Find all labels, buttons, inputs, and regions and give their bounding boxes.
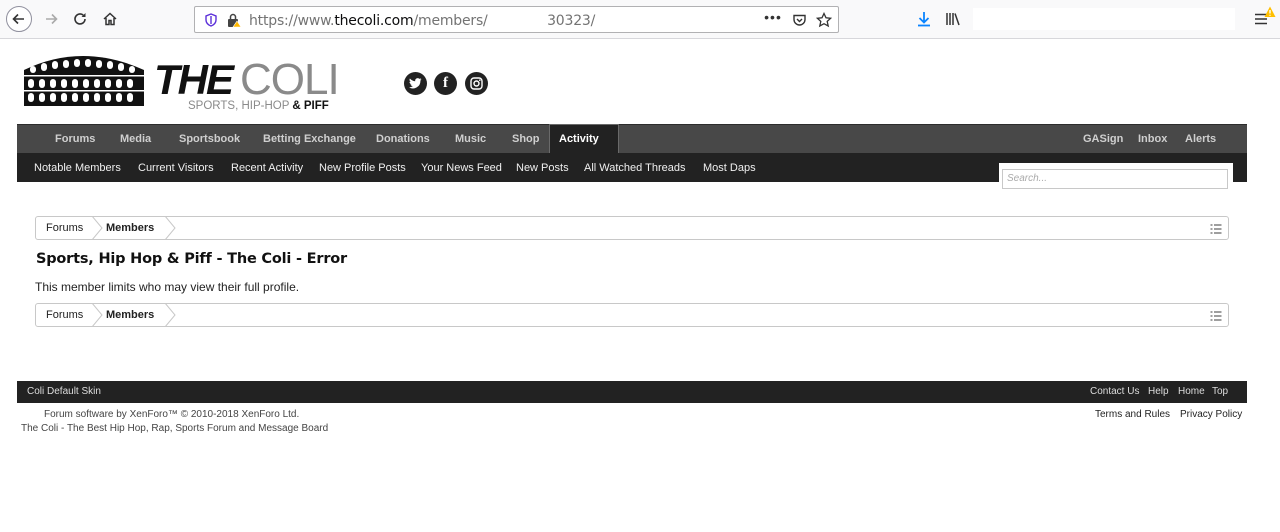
breadcrumb-forums[interactable]: Forums [46,304,83,326]
facebook-icon[interactable]: f [434,72,457,95]
browser-toolbar: https://www.thecoli.com/members/ 30323/ … [0,0,1280,39]
subnav-new-posts[interactable]: New Posts [516,153,569,183]
page-actions-icon[interactable]: ••• [764,9,781,25]
forward-arrow-icon [46,13,58,25]
subnav-watched-threads[interactable]: All Watched Threads [584,153,686,183]
pocket-icon[interactable] [791,12,807,28]
tab-activity[interactable]: Activity [549,124,619,154]
tab-shop[interactable]: Shop [512,125,540,153]
instagram-icon[interactable] [465,72,488,95]
main-nav: Forums Media Sportsbook Betting Exchange… [17,124,1247,154]
breadcrumb-separator [91,216,103,240]
breadcrumb-forums[interactable]: Forums [46,217,83,239]
toolbar-blank-area [973,8,1235,30]
home-button[interactable] [97,6,123,32]
site-tagline: The Coli - The Best Hip Hop, Rap, Sports… [21,423,329,434]
breadcrumb-separator [164,303,176,327]
footer-help-link[interactable]: Help [1148,381,1169,403]
subnav-new-profile-posts[interactable]: New Profile Posts [319,153,406,183]
download-icon[interactable] [915,10,933,28]
breadcrumb-separator [91,303,103,327]
colosseum-icon [24,56,144,106]
update-warning-icon[interactable] [1264,5,1276,23]
logo-sub: SPORTS, HIP-HOP & PIFF [188,100,329,112]
footer-top-link[interactable]: Top [1212,381,1228,403]
terms-link[interactable]: Terms and Rules [1095,409,1170,420]
breadcrumb-separator [164,216,176,240]
back-arrow-icon [12,13,24,25]
tab-sportsbook[interactable]: Sportsbook [179,125,240,153]
home-icon [103,12,117,26]
jump-menu-icon[interactable] [1210,309,1222,327]
bookmark-star-icon[interactable] [816,12,832,28]
breadcrumb-members[interactable]: Members [106,217,154,239]
logo-coli: COLI [240,55,339,104]
jump-menu-icon[interactable] [1210,222,1222,240]
tab-alerts[interactable]: Alerts [1185,125,1216,153]
privacy-link[interactable]: Privacy Policy [1180,409,1242,420]
footer-bar: Coli Default Skin Contact Us Help Home T… [17,381,1247,403]
url-text: https://www.thecoli.com/members/ 30323/ [249,13,596,29]
tab-inbox[interactable]: Inbox [1138,125,1167,153]
subnav-recent-activity[interactable]: Recent Activity [231,153,303,183]
library-icon[interactable] [944,10,962,28]
search-box [999,163,1233,191]
breadcrumb-members[interactable]: Members [106,304,154,326]
breadcrumb-bottom: Forums Members [35,303,1229,327]
tab-media[interactable]: Media [120,125,151,153]
reload-icon [74,13,86,25]
search-input[interactable] [1002,168,1228,189]
subnav-current-visitors[interactable]: Current Visitors [138,153,214,183]
logo-the: THE [154,56,236,103]
style-chooser-link[interactable]: Coli Default Skin [27,381,101,403]
subnav-notable-members[interactable]: Notable Members [34,153,121,183]
insecure-lock-icon[interactable] [226,12,242,28]
tracking-protection-icon[interactable] [203,12,219,28]
tab-gasign[interactable]: GASign [1083,125,1123,153]
reload-button[interactable] [67,6,93,32]
footer-contact-link[interactable]: Contact Us [1090,381,1139,403]
breadcrumb: Forums Members [35,216,1229,240]
tab-forums[interactable]: Forums [55,125,95,153]
site-logo[interactable]: THE COLI SPORTS, HIP-HOP & PIFF [22,48,367,114]
forward-button[interactable] [38,6,64,32]
subnav-most-daps[interactable]: Most Daps [703,153,756,183]
subnav-news-feed[interactable]: Your News Feed [421,153,502,183]
page-title: Sports, Hip Hop & Piff - The Coli - Erro… [36,251,348,267]
copyright-text[interactable]: Forum software by XenForo™ © 2010-2018 X… [44,409,299,420]
footer-home-link[interactable]: Home [1178,381,1205,403]
error-message: This member limits who may view their fu… [35,280,300,294]
tab-betting-exchange[interactable]: Betting Exchange [263,125,356,153]
twitter-icon[interactable] [404,72,427,95]
tab-donations[interactable]: Donations [376,125,430,153]
tab-music[interactable]: Music [455,125,486,153]
address-bar[interactable]: https://www.thecoli.com/members/ 30323/ … [194,6,839,33]
back-button[interactable] [6,6,32,32]
